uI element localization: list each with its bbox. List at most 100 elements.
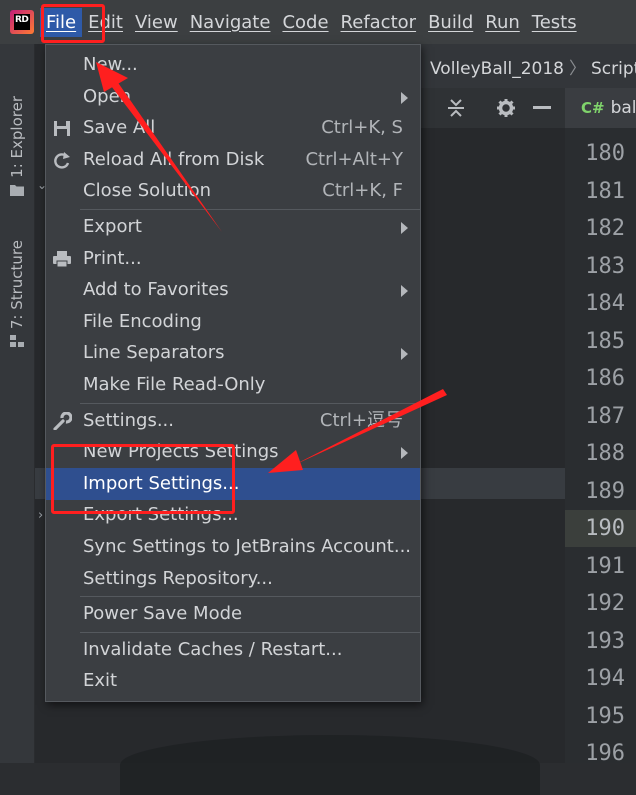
menu-item-save-all[interactable]: Save All Ctrl+K, S: [46, 112, 420, 144]
menu-item-label: Line Separators: [83, 342, 225, 364]
menu-item-label: Print...: [83, 247, 142, 269]
submenu-arrow-icon: [401, 222, 408, 234]
breadcrumb-folder[interactable]: Script: [591, 59, 636, 79]
line-number: 191: [585, 553, 625, 579]
menu-item-settings[interactable]: Settings... Ctrl+逗号: [46, 405, 420, 437]
menu-item-open[interactable]: Open: [46, 81, 420, 113]
settings-button[interactable]: [488, 93, 524, 123]
menu-item-label: File Encoding: [83, 310, 202, 332]
line-number: 182: [585, 216, 625, 241]
menu-item-make-file-read-only[interactable]: Make File Read-Only: [46, 369, 420, 401]
menu-item-label: Save All: [83, 117, 156, 139]
line-number: 184: [585, 291, 625, 316]
breadcrumb: VolleyBall_2018 〉 Script: [430, 54, 636, 79]
menu-item-label: Invalidate Caches / Restart...: [83, 638, 343, 660]
menu-item-reload-all-from-disk[interactable]: Reload All from Disk Ctrl+Alt+Y: [46, 144, 420, 176]
line-number: 193: [585, 628, 625, 654]
menu-item-label: Close Solution: [83, 180, 212, 202]
line-number: 183: [585, 253, 625, 279]
tree-expand-chevron-icon[interactable]: ›: [38, 508, 43, 523]
tool-tab-explorer-label: 1: Explorer: [8, 96, 26, 178]
navigation-bar: VolleyBall_2018 〉 Script: [420, 44, 636, 88]
menu-item-settings-repository[interactable]: Settings Repository...: [46, 563, 420, 595]
logo-text: RD: [15, 15, 29, 25]
line-number: 195: [585, 703, 625, 729]
menu-view[interactable]: View: [129, 8, 184, 37]
menu-item-add-to-favorites[interactable]: Add to Favorites: [46, 274, 420, 306]
menu-item-shortcut: Ctrl+Alt+Y: [305, 148, 403, 170]
menu-item-label: Open: [83, 85, 132, 107]
csharp-file-icon: C#: [581, 99, 605, 117]
submenu-arrow-icon: [401, 285, 408, 298]
collapse-button[interactable]: [438, 93, 474, 123]
minimize-icon: [533, 106, 551, 109]
menu-item-new[interactable]: New...: [46, 49, 420, 81]
line-number: 181: [585, 178, 625, 204]
submenu-arrow-icon: [401, 91, 408, 104]
line-number: 185: [585, 328, 625, 354]
printer-icon: [53, 250, 71, 268]
line-number: 192: [585, 591, 625, 616]
menu-item-label: Make File Read-Only: [83, 374, 266, 395]
menu-item-invalidate-caches-restart[interactable]: Invalidate Caches / Restart...: [46, 634, 420, 666]
wrench-icon: [53, 411, 72, 430]
menu-item-label: New...: [83, 54, 138, 75]
line-number: 180: [585, 141, 625, 166]
folder-icon: [10, 184, 24, 196]
line-number: 189: [585, 478, 625, 504]
gear-icon: [497, 99, 515, 117]
line-number: 190: [565, 510, 636, 547]
menu-separator: [80, 596, 420, 598]
menu-item-file-encoding[interactable]: File Encoding: [46, 306, 420, 338]
menu-item-label: Settings...: [83, 409, 174, 431]
save-icon: [54, 121, 70, 137]
line-number: 186: [585, 366, 625, 391]
hide-panel-button[interactable]: [524, 93, 560, 123]
background-silhouette: [120, 735, 540, 795]
menu-item-shortcut: Ctrl+K, F: [322, 180, 403, 202]
menu-item-power-save-mode[interactable]: Power Save Mode: [46, 598, 420, 630]
menu-item-export[interactable]: Export: [46, 211, 420, 243]
menu-code[interactable]: Code: [276, 8, 334, 37]
reload-icon: [54, 151, 70, 169]
menu-item-label: Add to Favorites: [83, 279, 229, 301]
line-number: 187: [585, 403, 625, 429]
editor-tab-filename: bal: [610, 98, 636, 118]
tool-tab-structure-label: 7: Structure: [8, 240, 26, 330]
menu-item-line-separators[interactable]: Line Separators: [46, 337, 420, 369]
menu-item-label: Reload All from Disk: [83, 148, 265, 170]
menu-separator: [80, 631, 420, 633]
menu-item-label: Settings Repository...: [83, 567, 273, 589]
editor-tab[interactable]: C# bal: [565, 88, 636, 128]
line-number: 188: [585, 441, 625, 466]
menu-item-print[interactable]: Print...: [46, 243, 420, 275]
tool-tab-explorer[interactable]: 1: Explorer: [2, 96, 32, 196]
menu-run[interactable]: Run: [479, 8, 526, 37]
annotation-box-import-settings: [51, 444, 235, 514]
file-menu-dropdown: New... Open Save All Ctrl+K, S Reload All fr…: [45, 44, 421, 702]
menu-item-label: Sync Settings to JetBrains Account...: [83, 536, 412, 557]
collapse-icon: [448, 99, 464, 117]
menu-item-shortcut: Ctrl+K, S: [321, 117, 403, 139]
left-tool-strip: 1: Explorer 7: Structure: [0, 44, 35, 763]
menu-item-sync-settings-to-jetbrains-account[interactable]: Sync Settings to JetBrains Account...: [46, 531, 420, 563]
menu-item-label: Power Save Mode: [83, 603, 243, 625]
annotation-box-file: [41, 4, 105, 43]
menu-separator: [80, 402, 420, 404]
menu-refactor[interactable]: Refactor: [335, 8, 423, 37]
tool-tab-structure[interactable]: 7: Structure: [2, 240, 32, 348]
menu-navigate[interactable]: Navigate: [184, 8, 277, 37]
submenu-arrow-icon: [401, 447, 408, 460]
menu-item-exit[interactable]: Exit: [46, 665, 420, 697]
rider-logo-icon: RD: [10, 10, 34, 34]
submenu-arrow-icon: [401, 348, 408, 361]
menu-item-close-solution[interactable]: Close Solution Ctrl+K, F: [46, 175, 420, 207]
line-number: 194: [585, 666, 625, 691]
line-number: 196: [585, 741, 625, 766]
menu-build[interactable]: Build: [422, 8, 479, 37]
structure-icon: [10, 335, 24, 348]
breadcrumb-project[interactable]: VolleyBall_2018: [430, 59, 564, 79]
menu-tests[interactable]: Tests: [526, 8, 583, 37]
menu-separator: [80, 209, 420, 210]
menu-item-shortcut: Ctrl+逗号: [319, 409, 403, 431]
